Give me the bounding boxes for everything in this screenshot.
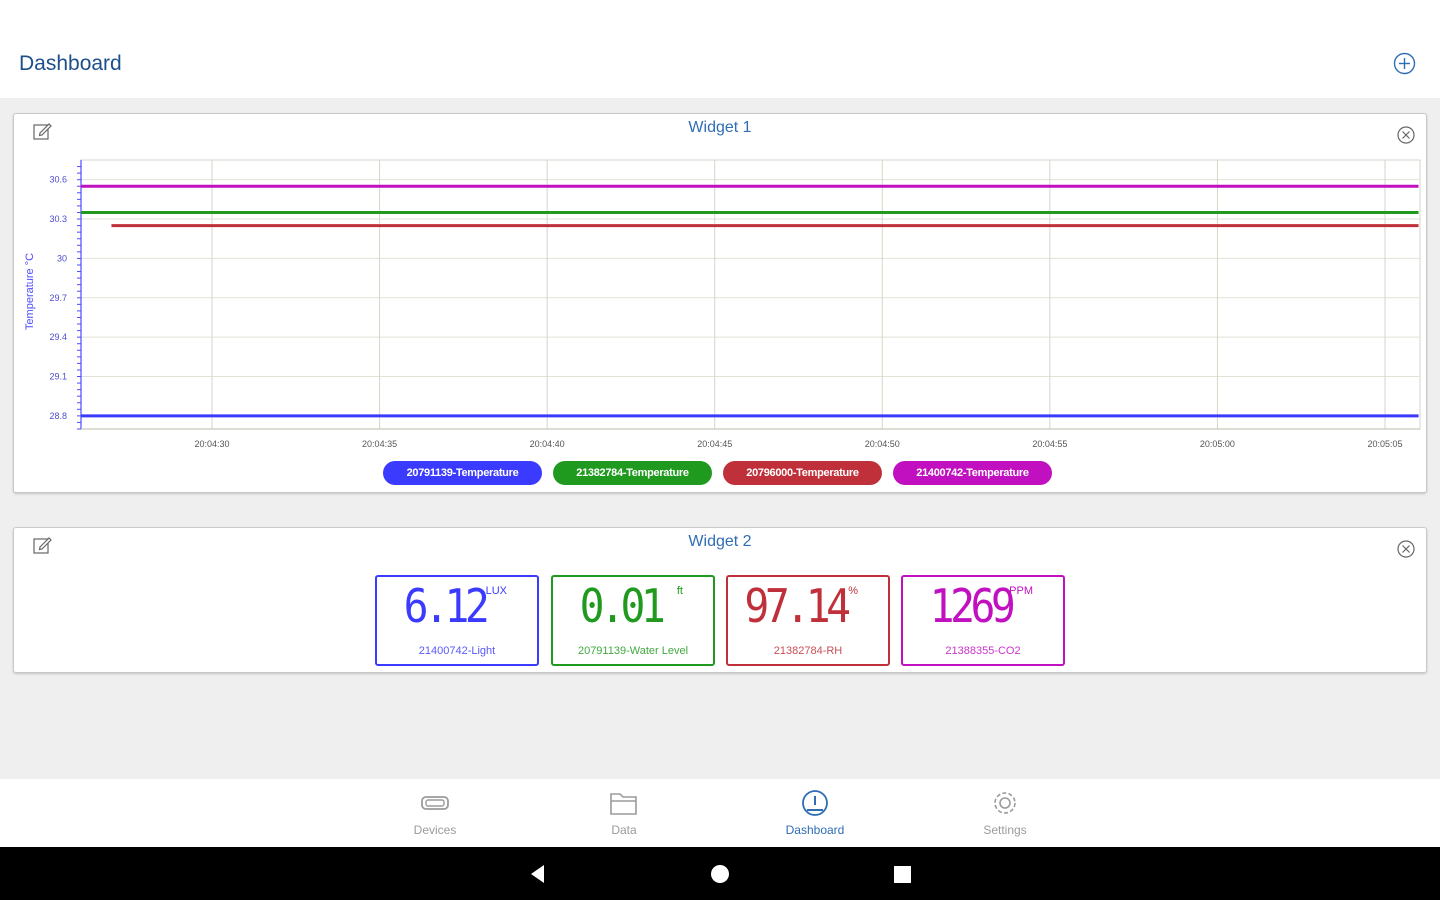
gear-icon: [994, 792, 1016, 814]
x-tick-label: 20:05:05: [1367, 439, 1402, 449]
sensor-tile-light[interactable]: 6.12 LUX 21400742-Light: [375, 575, 539, 666]
y-tick-label: 29.1: [49, 372, 67, 382]
nav-data[interactable]: Data: [564, 779, 684, 847]
close-circle-icon[interactable]: [1396, 539, 1416, 559]
nav-label: Dashboard: [785, 823, 845, 837]
x-tick-label: 20:04:40: [530, 439, 565, 449]
tile-value: 0.01: [579, 579, 666, 633]
nav-settings[interactable]: Settings: [945, 779, 1065, 847]
x-tick-label: 20:04:45: [697, 439, 732, 449]
nav-dashboard[interactable]: Dashboard: [755, 779, 875, 847]
widget-2: Widget 2 6.12 LUX 21400742-Light 0.01 ft…: [13, 527, 1427, 673]
recents-square-icon[interactable]: [889, 861, 915, 887]
legend-item[interactable]: 20796000-Temperature: [723, 461, 882, 485]
y-tick-label: 28.8: [49, 411, 67, 421]
widget-title: Widget 2: [688, 533, 752, 550]
x-tick-label: 20:04:55: [1032, 439, 1067, 449]
device-icon: [421, 796, 449, 810]
tile-label: 21388355-CO2: [945, 645, 1021, 657]
dashboard-gauge-icon: [802, 790, 828, 816]
nav-devices[interactable]: Devices: [375, 779, 495, 847]
legend-item[interactable]: 21400742-Temperature: [893, 461, 1052, 485]
tile-unit: LUX: [485, 585, 507, 597]
y-axis-label: Temperature °C: [24, 253, 36, 330]
y-tick-label: 29.7: [49, 293, 67, 303]
home-circle-icon[interactable]: [707, 861, 733, 887]
tile-label: 21400742-Light: [418, 645, 496, 657]
system-navigation-bar: [0, 847, 1440, 900]
tile-label: 21382784-RH: [773, 645, 843, 657]
tile-unit: ft: [676, 585, 683, 597]
x-tick-label: 20:04:30: [194, 439, 229, 449]
plus-circle-icon[interactable]: [1392, 51, 1417, 76]
sensor-tile-rh[interactable]: 97.14 % 21382784-RH: [726, 575, 890, 666]
nav-label: Data: [611, 823, 637, 837]
tile-value: 97.14: [744, 579, 851, 633]
temperature-line-chart: 30.6 30.3 30 29.7 29.4 29.1 28.8 Temperature °C…: [24, 159, 1421, 449]
widget-1: Widget 1 30.6 30.3 30 29.7 29.4 29.1 28.8 Tempe…: [13, 113, 1427, 493]
app-bar: Dashboard: [0, 0, 1440, 98]
page-title: Dashboard: [19, 52, 122, 75]
plot-area: [80, 159, 1421, 430]
folder-icon: [610, 793, 637, 815]
legend-item[interactable]: 21382784-Temperature: [553, 461, 712, 485]
chart-legend: 20791139-Temperature 21382784-Temperature…: [14, 461, 1426, 485]
y-tick-label: 29.4: [49, 332, 67, 342]
tile-label: 20791139-Water Level: [577, 645, 689, 657]
y-tick-label: 30.3: [49, 214, 67, 224]
nav-label: Devices: [413, 823, 457, 837]
y-tick-label: 30: [57, 253, 67, 263]
back-triangle-icon[interactable]: [525, 861, 551, 887]
y-tick-label: 30.6: [49, 175, 67, 185]
x-tick-label: 20:05:00: [1200, 439, 1235, 449]
legend-item[interactable]: 20791139-Temperature: [383, 461, 542, 485]
x-tick-label: 20:04:35: [362, 439, 397, 449]
x-tick-label: 20:04:50: [865, 439, 900, 449]
sensor-tile-water-level[interactable]: 0.01 ft 20791139-Water Level: [551, 575, 715, 666]
nav-label: Settings: [983, 823, 1027, 837]
sensor-tile-co2[interactable]: 1269 PPM 21388355-CO2: [901, 575, 1065, 666]
tile-unit: %: [848, 585, 858, 597]
bottom-navigation: Devices Data Dashboard Settings: [0, 779, 1440, 847]
tile-unit: PPM: [1009, 585, 1033, 597]
